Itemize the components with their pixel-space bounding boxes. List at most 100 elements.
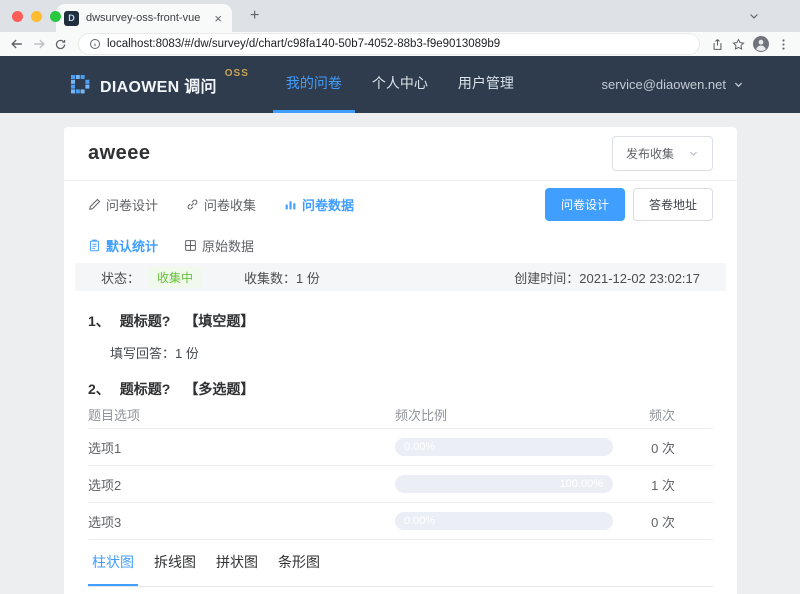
subtab-label: 默认统计 [106, 238, 159, 254]
site-favicon: D [64, 10, 79, 26]
percent-label: 0.00% [404, 515, 436, 527]
col-percent: 频次比例 [395, 408, 448, 423]
tab-title: dwsurvey-oss-front-vue [86, 12, 201, 24]
profile-avatar[interactable] [753, 36, 769, 52]
question-number: 1、 [88, 313, 110, 329]
brand[interactable]: DIAOWEN 调问 OSS [70, 56, 249, 113]
publish-collect-dropdown[interactable]: 发布收集 [611, 136, 713, 171]
question-text: 题标题? [119, 313, 171, 329]
nav-item-my-surveys[interactable]: 我的问卷 [272, 56, 355, 113]
chevron-down-icon[interactable] [748, 10, 760, 22]
tab-label: 问卷设计 [106, 197, 159, 213]
survey-tabs-row: 问卷设计 问卷收集 问卷数据 问卷设计 答卷地址 [88, 181, 713, 227]
chart-type-tabs: 柱状图 拆线图 拼状图 条形图 [88, 546, 713, 587]
survey-design-button[interactable]: 问卷设计 [544, 187, 625, 221]
browser-window: D dwsurvey-oss-front-vue × + localhost:8… [0, 0, 800, 594]
question-1-title: 1、 题标题? 【填空题】 [88, 311, 713, 331]
frequency-bar: 0.00% [395, 512, 613, 530]
chart-tab-horizontal-bar[interactable]: 条形图 [274, 546, 324, 586]
subtab-raw-data[interactable]: 原始数据 [184, 236, 254, 255]
account-email: service@diaowen.net [601, 77, 726, 92]
frequency-bar: 100.00% [395, 475, 613, 493]
nav-item-user-management[interactable]: 用户管理 [445, 56, 527, 113]
window-controls [12, 11, 61, 22]
option-label: 选项2 [88, 477, 122, 493]
pencil-icon [88, 198, 101, 211]
publish-collect-label: 发布收集 [625, 147, 674, 161]
percent-label: 0.00% [404, 441, 436, 453]
share-icon[interactable] [711, 38, 724, 51]
tab-close-icon[interactable]: × [212, 11, 224, 26]
subtab-label: 原始数据 [202, 238, 255, 254]
question-2-title: 2、 题标题? 【多选题】 [88, 379, 713, 399]
browser-tab[interactable]: D dwsurvey-oss-front-vue × [56, 4, 232, 32]
survey-tabs: 问卷设计 问卷收集 问卷数据 [88, 195, 354, 214]
clipboard-icon [88, 239, 101, 252]
chevron-down-icon [688, 148, 699, 159]
table-row: 选项1 0.00% 0 次 [88, 429, 713, 466]
brand-badge: OSS [224, 68, 249, 79]
col-count: 频次 [648, 408, 675, 423]
frequency-bar: 0.00% [395, 438, 613, 456]
tab-survey-design[interactable]: 问卷设计 [88, 195, 158, 214]
chart-tab-line[interactable]: 拆线图 [150, 546, 200, 586]
option-label: 选项1 [88, 440, 122, 456]
survey-actions: 问卷设计 答卷地址 [544, 187, 713, 221]
option-stats-table: 题目选项 频次比例 频次 选项1 0.00% 0 次 选项2 100.00% 1… [88, 401, 713, 540]
site-info-icon[interactable] [89, 38, 101, 50]
data-subtabs: 默认统计 原始数据 [88, 227, 713, 263]
count-value: 0 次 [651, 440, 675, 456]
percent-label: 100.00% [559, 478, 603, 490]
question-type: 【多选题】 [184, 381, 255, 397]
url-text: localhost:8083/#/dw/survey/d/chart/c98fa… [107, 38, 501, 50]
table-row: 选项2 100.00% 1 次 [88, 466, 713, 503]
survey-card: aweee 发布收集 问卷设计 问卷收集 问卷数据 问卷设计 答卷地址 默认统计… [64, 127, 737, 594]
status-label: 状态： [101, 270, 141, 286]
tab-label: 问卷数据 [302, 197, 355, 213]
created-time: 创建时间：2021-12-02 23:02:17 [514, 270, 700, 286]
col-option: 题目选项 [88, 408, 141, 423]
chart-tab-pie[interactable]: 拼状图 [212, 546, 262, 586]
nav-item-personal-center[interactable]: 个人中心 [359, 56, 441, 113]
diaowen-logo-icon [71, 74, 90, 93]
tab-survey-collect[interactable]: 问卷收集 [186, 195, 256, 214]
count-value: 1 次 [651, 477, 675, 493]
link-icon [186, 198, 199, 211]
chart-tab-bar[interactable]: 柱状图 [88, 546, 138, 586]
bar-chart-icon [284, 198, 297, 211]
question-1-answer: 填写回答：1 份 [110, 346, 199, 361]
question-text: 题标题? [119, 381, 171, 397]
grid-table-icon [184, 239, 197, 252]
chevron-down-icon [734, 82, 743, 88]
browser-menu-icon[interactable] [777, 38, 790, 51]
tab-survey-data[interactable]: 问卷数据 [284, 195, 354, 214]
zoom-window-button[interactable] [50, 11, 61, 22]
collect-count: 收集数：1 份 [244, 270, 320, 286]
question-type: 【填空题】 [184, 313, 255, 329]
minimize-window-button[interactable] [31, 11, 42, 22]
app-header: DIAOWEN 调问 OSS 我的问卷 个人中心 用户管理 service@di… [0, 56, 800, 113]
reload-button[interactable] [54, 38, 67, 51]
status-badge: 收集中 [148, 266, 203, 288]
forward-button[interactable] [32, 37, 46, 51]
subtab-default-stats[interactable]: 默认统计 [88, 236, 158, 255]
option-label: 选项3 [88, 514, 122, 530]
count-value: 0 次 [651, 514, 675, 530]
brand-name: DIAOWEN 调问 [100, 78, 217, 96]
close-window-button[interactable] [12, 11, 23, 22]
address-bar[interactable]: localhost:8083/#/dw/survey/d/chart/c98fa… [79, 34, 699, 54]
stats-header-row: 题目选项 频次比例 频次 [88, 401, 713, 429]
survey-title-row: aweee 发布收集 [64, 127, 737, 181]
browser-toolbar: localhost:8083/#/dw/survey/d/chart/c98fa… [0, 32, 800, 56]
account-menu[interactable]: service@diaowen.net [602, 56, 744, 113]
question-number: 2、 [88, 381, 110, 397]
tab-label: 问卷收集 [204, 197, 257, 213]
browser-tab-strip: D dwsurvey-oss-front-vue × + [0, 0, 800, 32]
page-body: aweee 发布收集 问卷设计 问卷收集 问卷数据 问卷设计 答卷地址 默认统计… [0, 113, 800, 594]
back-button[interactable] [10, 37, 24, 51]
main-nav: 我的问卷 个人中心 用户管理 [271, 56, 529, 113]
status-bar: 状态： 收集中 收集数：1 份 创建时间：2021-12-02 23:02:17 [75, 263, 726, 291]
bookmark-star-icon[interactable] [732, 37, 745, 51]
new-tab-button[interactable]: + [242, 4, 267, 32]
answer-url-button[interactable]: 答卷地址 [632, 187, 713, 221]
